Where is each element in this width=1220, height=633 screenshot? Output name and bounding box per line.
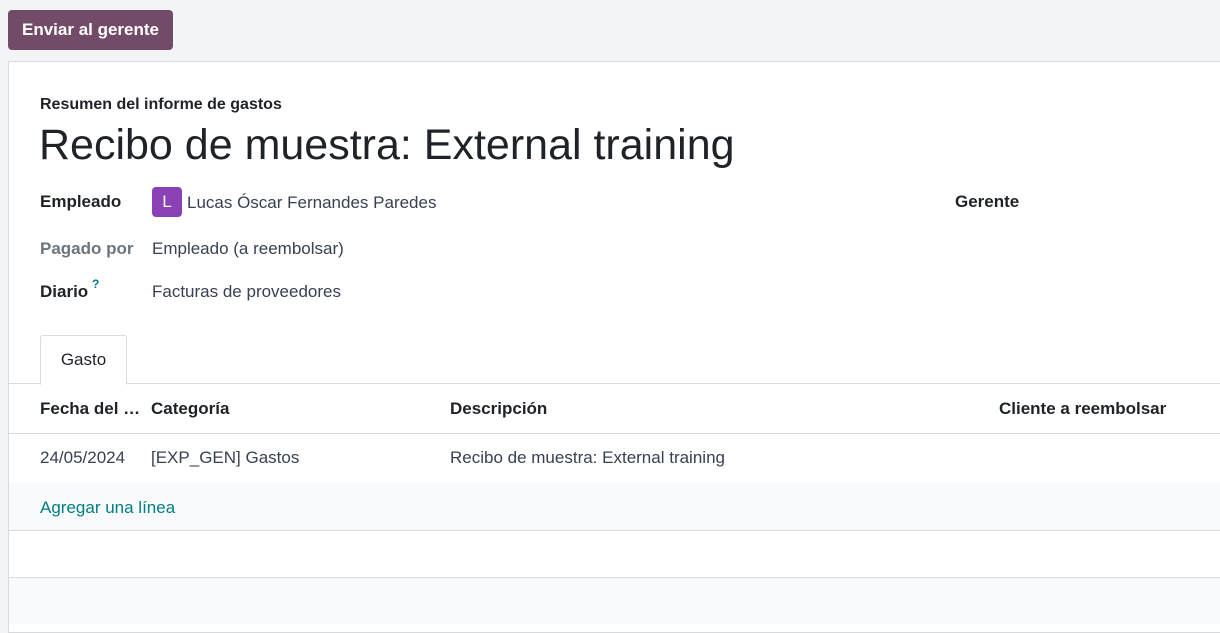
empty-row bbox=[9, 578, 1220, 624]
column-header-customer[interactable]: Cliente a reembolsar bbox=[999, 399, 1166, 419]
column-header-description[interactable]: Descripción bbox=[450, 399, 547, 419]
employee-field[interactable]: Lucas Óscar Fernandes Paredes bbox=[187, 193, 436, 213]
tab-divider bbox=[9, 383, 1220, 384]
add-line-link[interactable]: Agregar una línea bbox=[40, 498, 175, 518]
control-panel: Enviar al gerente bbox=[0, 0, 1220, 62]
manager-label: Gerente bbox=[955, 192, 1020, 211]
employee-avatar: L bbox=[152, 187, 182, 217]
cell-category[interactable]: [EXP_GEN] Gastos bbox=[151, 448, 299, 468]
column-header-date[interactable]: Fecha del … bbox=[40, 399, 140, 419]
paid-by-field[interactable]: Empleado (a reembolsar) bbox=[152, 239, 344, 259]
add-line-row bbox=[9, 483, 1220, 530]
cell-description[interactable]: Recibo de muestra: External training bbox=[450, 448, 725, 468]
header-divider bbox=[9, 433, 1220, 434]
journal-field[interactable]: Facturas de proveedores bbox=[152, 282, 341, 302]
cell-date[interactable]: 24/05/2024 bbox=[40, 448, 125, 468]
empty-row bbox=[9, 531, 1220, 577]
journal-label: Diario bbox=[40, 282, 89, 301]
form-subtitle: Resumen del informe de gastos bbox=[40, 96, 282, 113]
send-to-manager-button[interactable]: Enviar al gerente bbox=[8, 10, 174, 50]
form-sheet: Resumen del informe de gastos Recibo de … bbox=[8, 61, 1220, 633]
journal-help-icon[interactable]: ? bbox=[92, 277, 99, 291]
tab-gasto[interactable]: Gasto bbox=[40, 335, 127, 385]
paid-by-label: Pagado por bbox=[40, 239, 134, 258]
report-title[interactable]: Recibo de muestra: External training bbox=[39, 121, 735, 170]
employee-label: Empleado bbox=[40, 192, 122, 211]
column-header-category[interactable]: Categoría bbox=[151, 399, 229, 419]
